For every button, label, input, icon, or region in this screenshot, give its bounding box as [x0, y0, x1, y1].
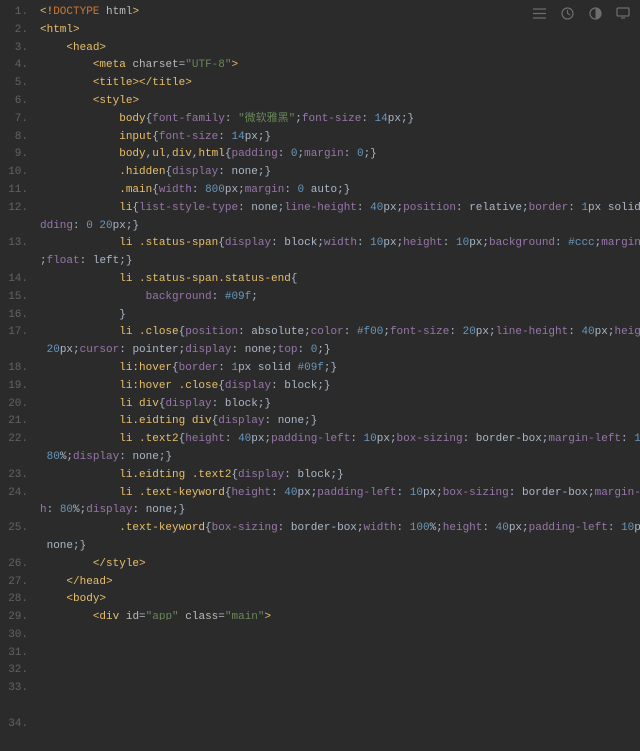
line-number: 9. — [0, 146, 28, 164]
line-number: 33. — [0, 680, 28, 698]
line-number: 34. — [0, 716, 28, 734]
line-number: 3. — [0, 40, 28, 58]
line-number: 21. — [0, 413, 28, 431]
monitor-icon[interactable] — [616, 6, 630, 20]
line-number: 31. — [0, 645, 28, 663]
code-line[interactable]: body{font-family: "微软雅黑";font-size: 14px… — [40, 111, 640, 129]
line-number: 16. — [0, 307, 28, 325]
line-number: 2. — [0, 22, 28, 40]
line-number: 17. — [0, 324, 28, 342]
code-line[interactable]: <style> — [40, 93, 640, 111]
line-number — [0, 218, 28, 236]
code-line[interactable]: input{font-size: 14px;} — [40, 129, 640, 147]
line-number: 13. — [0, 235, 28, 253]
code-line[interactable]: <html> — [40, 22, 640, 40]
line-number: 11. — [0, 182, 28, 200]
line-number: 1. — [0, 4, 28, 22]
code-line[interactable]: li.eidting div{display: none;} — [40, 413, 640, 431]
code-line[interactable]: ;float: left;} — [40, 253, 640, 271]
line-number: 4. — [0, 57, 28, 75]
code-line[interactable]: <title></title> — [40, 75, 640, 93]
line-number: 30. — [0, 627, 28, 645]
code-line[interactable]: li:hover{border: 1px solid #09f;} — [40, 360, 640, 378]
line-number — [0, 502, 28, 520]
code-line[interactable]: li .status-span{display: block;width: 10… — [40, 235, 640, 253]
line-number — [0, 253, 28, 271]
code-content[interactable]: <!DOCTYPE html><html> <head> <meta chars… — [36, 0, 640, 620]
code-line[interactable]: h: 80%;display: none;} — [40, 502, 640, 520]
code-line[interactable]: li .text-keyword{height: 40px;padding-le… — [40, 485, 640, 503]
code-line[interactable]: 20px;cursor: pointer;display: none;top: … — [40, 342, 640, 360]
line-number: 10. — [0, 164, 28, 182]
line-number: 26. — [0, 556, 28, 574]
code-line[interactable]: body,ul,div,html{padding: 0;margin: 0;} — [40, 146, 640, 164]
code-line[interactable]: li:hover .close{display: block;} — [40, 378, 640, 396]
code-line[interactable]: li div{display: block;} — [40, 396, 640, 414]
line-number — [0, 449, 28, 467]
line-number-gutter: 1.2.3.4.5.6.7.8.9.10.11.12. 13. 14.15.16… — [0, 0, 36, 620]
code-line[interactable]: li .close{position: absolute;color: #f00… — [40, 324, 640, 342]
line-number — [0, 734, 28, 751]
code-line[interactable]: <meta charset="UTF-8"> — [40, 57, 640, 75]
code-line[interactable]: <head> — [40, 40, 640, 58]
code-line[interactable]: <body> — [40, 591, 640, 609]
code-line[interactable]: .hidden{display: none;} — [40, 164, 640, 182]
line-number — [0, 342, 28, 360]
line-number: 27. — [0, 574, 28, 592]
code-line[interactable]: li .text2{height: 40px;padding-left: 10p… — [40, 431, 640, 449]
line-number: 20. — [0, 396, 28, 414]
list-icon[interactable] — [532, 6, 546, 20]
line-number: 14. — [0, 271, 28, 289]
code-line[interactable]: 80%;display: none;} — [40, 449, 640, 467]
contrast-icon[interactable] — [588, 6, 602, 20]
line-number: 24. — [0, 485, 28, 503]
line-number: 12. — [0, 200, 28, 218]
line-number: 29. — [0, 609, 28, 627]
code-line[interactable]: .main{width: 800px;margin: 0 auto;} — [40, 182, 640, 200]
line-number — [0, 698, 28, 716]
code-line[interactable]: li.eidting .text2{display: block;} — [40, 467, 640, 485]
line-number: 28. — [0, 591, 28, 609]
code-editor[interactable]: 1.2.3.4.5.6.7.8.9.10.11.12. 13. 14.15.16… — [0, 0, 640, 620]
code-line[interactable]: li .status-span.status-end{ — [40, 271, 640, 289]
code-line[interactable]: .text-keyword{box-sizing: border-box;wid… — [40, 520, 640, 538]
clock-icon[interactable] — [560, 6, 574, 20]
code-line[interactable]: background: #09f; — [40, 289, 640, 307]
line-number: 23. — [0, 467, 28, 485]
code-line[interactable]: <div id="app" class="main"> — [40, 609, 640, 620]
code-line[interactable]: dding: 0 20px;} — [40, 218, 640, 236]
line-number: 22. — [0, 431, 28, 449]
line-number: 5. — [0, 75, 28, 93]
line-number: 8. — [0, 129, 28, 147]
line-number: 25. — [0, 520, 28, 538]
line-number: 19. — [0, 378, 28, 396]
code-line[interactable]: </style> — [40, 556, 640, 574]
code-line[interactable]: } — [40, 307, 640, 325]
code-line[interactable]: none;} — [40, 538, 640, 556]
code-line[interactable]: li{list-style-type: none;line-height: 40… — [40, 200, 640, 218]
line-number: 18. — [0, 360, 28, 378]
line-number: 7. — [0, 111, 28, 129]
line-number — [0, 538, 28, 556]
code-line[interactable]: </head> — [40, 574, 640, 592]
line-number: 15. — [0, 289, 28, 307]
line-number: 6. — [0, 93, 28, 111]
line-number: 32. — [0, 662, 28, 680]
editor-toolbar — [532, 6, 630, 20]
